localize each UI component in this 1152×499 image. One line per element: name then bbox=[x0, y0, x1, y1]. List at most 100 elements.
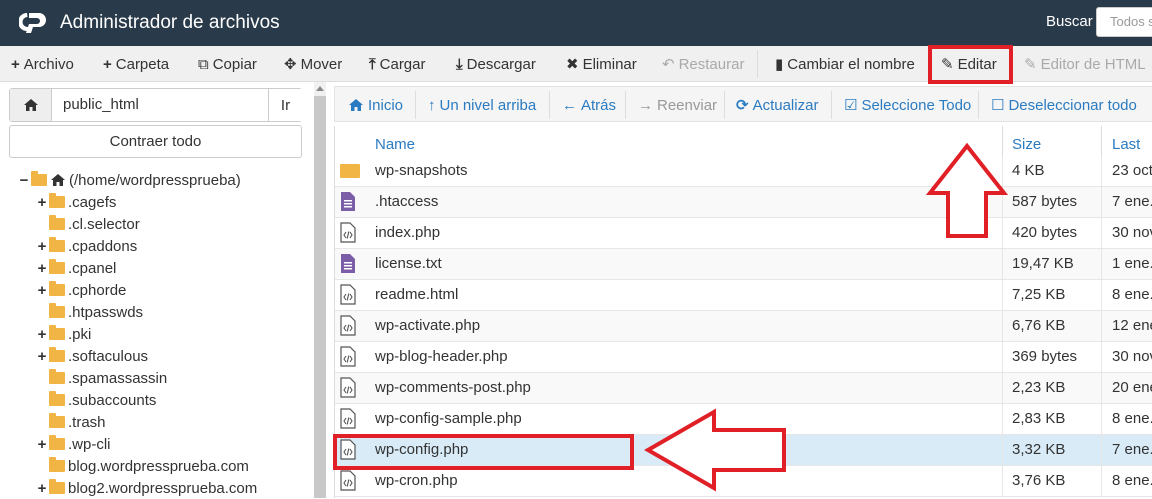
arrow-left-icon: ← bbox=[562, 96, 577, 114]
file-modified: 1 ene. bbox=[1112, 255, 1152, 272]
restore-button[interactable]: ↶ Restaurar bbox=[662, 46, 744, 82]
home-button[interactable] bbox=[10, 89, 52, 121]
deselect-all-label: Deseleccionar todo bbox=[1008, 96, 1137, 114]
file-name: readme.html bbox=[375, 286, 459, 303]
table-row[interactable]: wp-activate.php 6,76 KB 12 ene bbox=[335, 311, 1152, 342]
column-divider bbox=[1101, 373, 1102, 404]
go-button[interactable]: Ir bbox=[268, 89, 302, 121]
table-row[interactable]: wp-blog-header.php 369 bytes 30 nov bbox=[335, 342, 1152, 373]
cpanel-logo-icon[interactable] bbox=[19, 9, 52, 35]
folder-icon bbox=[49, 457, 65, 472]
column-divider bbox=[1101, 249, 1102, 280]
rename-button[interactable]: ▮ Cambiar el nombre bbox=[775, 46, 915, 82]
expand-toggle-icon[interactable]: + bbox=[36, 326, 48, 343]
tree-item[interactable]: + .pki bbox=[36, 323, 91, 345]
tree-item[interactable]: .subaccounts bbox=[36, 389, 156, 411]
expand-toggle-icon[interactable]: + bbox=[36, 194, 48, 211]
table-row[interactable]: index.php 420 bytes 30 nov bbox=[335, 218, 1152, 249]
table-row[interactable]: readme.html 7,25 KB 8 ene. bbox=[335, 280, 1152, 311]
table-row[interactable]: wp-comments-post.php 2,23 KB 20 ene bbox=[335, 373, 1152, 404]
table-row[interactable]: license.txt 19,47 KB 1 ene. bbox=[335, 249, 1152, 280]
column-divider bbox=[1101, 435, 1102, 466]
tree-item[interactable]: + blog2.wordpressprueba.com bbox=[36, 477, 257, 499]
select-all-button[interactable]: ☑ Seleccione Todo bbox=[844, 87, 971, 123]
refresh-button[interactable]: ⟳ Actualizar bbox=[736, 87, 818, 123]
up-one-level-label: Un nivel arriba bbox=[439, 96, 537, 114]
column-header-size[interactable]: Size bbox=[1012, 136, 1041, 153]
expand-toggle-icon[interactable]: + bbox=[36, 480, 48, 497]
tree-item[interactable]: .htpasswds bbox=[36, 301, 143, 323]
file-navigation-bar: Inicio ↑ Un nivel arriba ← Atrás → Reenv… bbox=[334, 86, 1152, 122]
column-divider bbox=[1002, 404, 1003, 435]
expand-toggle-icon[interactable]: + bbox=[36, 436, 48, 453]
tree-item-label: .subaccounts bbox=[68, 391, 157, 409]
collapse-toggle-icon[interactable]: − bbox=[18, 172, 30, 189]
expand-toggle-icon[interactable]: + bbox=[36, 238, 48, 255]
expand-toggle-icon[interactable]: + bbox=[36, 260, 48, 277]
copy-label: Copiar bbox=[212, 55, 257, 73]
tree-item-label: .spamassassin bbox=[68, 369, 168, 387]
table-row[interactable]: .htaccess 587 bytes 7 ene. bbox=[335, 187, 1152, 218]
download-label: Descargar bbox=[466, 55, 536, 73]
tree-item[interactable]: + .softaculous bbox=[36, 345, 148, 367]
tree-root[interactable]: − (/home/wordpressprueba) bbox=[18, 169, 241, 191]
expand-toggle-icon[interactable]: + bbox=[36, 348, 48, 365]
refresh-label: Actualizar bbox=[752, 96, 819, 114]
back-button[interactable]: ← Atrás bbox=[562, 87, 616, 123]
folder-icon bbox=[49, 391, 65, 406]
download-button[interactable]: ⤓ Descargar bbox=[456, 46, 536, 82]
new-file-label: Archivo bbox=[23, 55, 74, 73]
refresh-icon: ⟳ bbox=[736, 97, 749, 114]
tree-item[interactable]: + .cphorde bbox=[36, 279, 126, 301]
tree-item[interactable]: .spamassassin bbox=[36, 367, 167, 389]
nav-divider bbox=[549, 91, 550, 119]
file-name: index.php bbox=[375, 224, 441, 241]
red-left-arrow-icon bbox=[644, 408, 786, 492]
scroll-up-arrow-icon[interactable] bbox=[316, 86, 324, 91]
tree-item[interactable]: + .cpanel bbox=[36, 257, 116, 279]
html-editor-button[interactable]: ✎ Editor de HTML bbox=[1024, 46, 1146, 82]
text-file-icon bbox=[341, 192, 355, 211]
new-folder-button[interactable]: + Carpeta bbox=[103, 46, 169, 82]
column-header-name[interactable]: Name bbox=[375, 136, 415, 153]
file-name: wp-snapshots bbox=[375, 162, 468, 179]
delete-button[interactable]: ✖ Eliminar bbox=[566, 46, 637, 82]
tree-item[interactable]: .trash bbox=[36, 411, 106, 433]
new-folder-label: Carpeta bbox=[115, 55, 170, 73]
expand-toggle-icon[interactable]: + bbox=[36, 282, 48, 299]
file-modified: 7 ene. bbox=[1112, 441, 1152, 458]
file-size: 3,32 KB bbox=[1012, 441, 1066, 458]
forward-label: Reenviar bbox=[657, 96, 718, 114]
up-one-level-button[interactable]: ↑ Un nivel arriba bbox=[428, 87, 536, 123]
folder-icon bbox=[49, 479, 65, 494]
file-size: 19,47 KB bbox=[1012, 255, 1074, 272]
tree-item[interactable]: blog.wordpressprueba.com bbox=[36, 455, 249, 477]
column-divider bbox=[1002, 249, 1003, 280]
tree-item[interactable]: + .cagefs bbox=[36, 191, 116, 213]
download-icon: ⤓ bbox=[456, 55, 463, 73]
collapse-all-button[interactable]: Contraer todo bbox=[9, 125, 302, 158]
forward-button[interactable]: → Reenviar bbox=[638, 87, 717, 123]
tree-item[interactable]: .cl.selector bbox=[36, 213, 140, 235]
file-size: 369 bytes bbox=[1012, 348, 1078, 365]
tree-scrollbar-thumb[interactable] bbox=[314, 96, 326, 498]
select-all-label: Seleccione Todo bbox=[861, 96, 972, 114]
nav-divider bbox=[978, 91, 979, 119]
code-file-icon bbox=[340, 315, 356, 336]
upload-button[interactable]: ⤒ Cargar bbox=[369, 46, 426, 82]
path-input[interactable]: public_html bbox=[63, 96, 139, 113]
deselect-all-button[interactable]: ☐ Deseleccionar todo bbox=[991, 87, 1137, 123]
tree-item[interactable]: + .wp-cli bbox=[36, 433, 111, 455]
path-bar: public_html Ir bbox=[9, 88, 302, 122]
move-button[interactable]: ✥ Mover bbox=[284, 46, 342, 82]
file-size: 2,23 KB bbox=[1012, 379, 1066, 396]
new-file-button[interactable]: + Archivo bbox=[11, 46, 74, 82]
home-nav-button[interactable]: Inicio bbox=[348, 87, 403, 123]
home-nav-label: Inicio bbox=[368, 96, 404, 114]
table-row[interactable]: wp-snapshots 4 KB 23 oct. bbox=[335, 156, 1152, 187]
folder-icon bbox=[49, 193, 65, 208]
tree-item[interactable]: + .cpaddons bbox=[36, 235, 137, 257]
column-divider bbox=[1002, 466, 1003, 497]
search-scope-select[interactable]: Todos s bbox=[1096, 7, 1152, 37]
copy-button[interactable]: ⧉ Copiar bbox=[198, 46, 257, 82]
